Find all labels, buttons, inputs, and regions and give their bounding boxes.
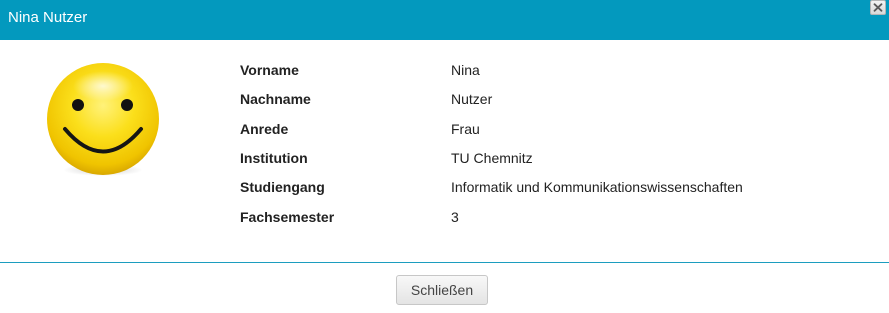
footer-divider <box>0 262 889 263</box>
label-institution: Institution <box>240 150 308 166</box>
value-institution: TU Chemnitz <box>451 150 533 166</box>
value-fachsemester: 3 <box>451 209 459 225</box>
label-anrede: Anrede <box>240 121 289 137</box>
label-nachname: Nachname <box>240 91 311 107</box>
value-anrede: Frau <box>451 121 480 137</box>
value-nachname: Nutzer <box>451 91 493 107</box>
label-vorname: Vorname <box>240 62 299 78</box>
close-button[interactable]: Schließen <box>396 275 488 305</box>
dialog-title: Nina Nutzer <box>8 9 88 26</box>
smiley-face-icon <box>47 63 159 176</box>
value-vorname: Nina <box>451 62 480 78</box>
label-fachsemester: Fachsemester <box>240 209 335 225</box>
close-x-glyph <box>873 3 883 12</box>
label-studiengang: Studiengang <box>240 179 325 195</box>
close-icon[interactable] <box>870 0 886 15</box>
dialog-titlebar: Nina Nutzer <box>0 0 889 40</box>
profile-dialog: Nina Nutzer Vorname Nina Nachname Nutzer… <box>0 0 889 313</box>
value-studiengang: Informatik und Kommunikationswissenschaf… <box>451 179 743 195</box>
